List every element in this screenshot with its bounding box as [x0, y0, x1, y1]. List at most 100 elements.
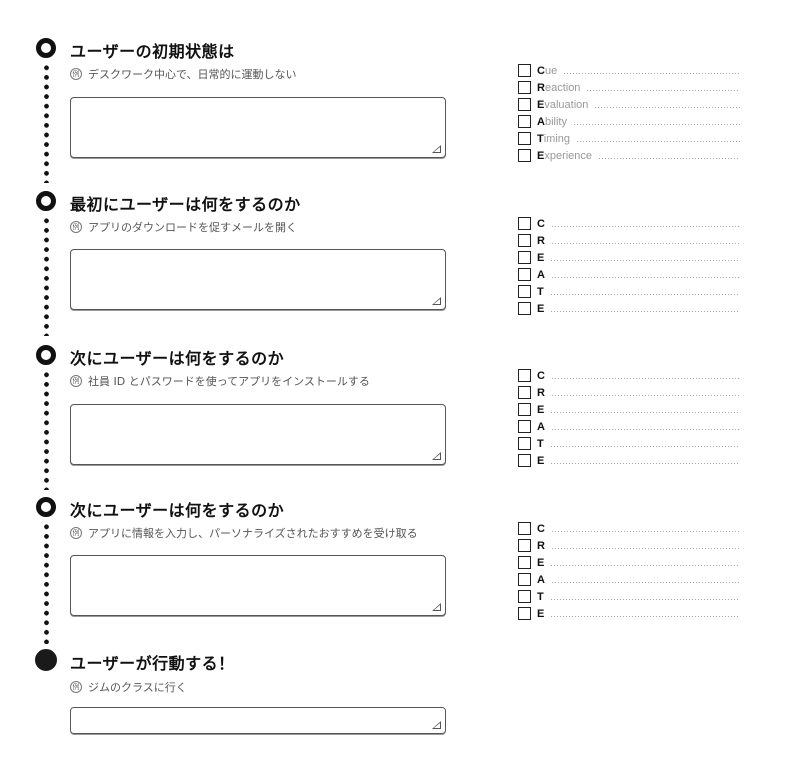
checklist-item[interactable]: R [518, 232, 740, 249]
checkbox[interactable] [518, 556, 531, 569]
step-example: 例 アプリのダウンロードを促すメールを開く [70, 219, 297, 235]
checkbox[interactable] [518, 234, 531, 247]
checklist-item[interactable]: T [518, 588, 740, 605]
checklist-item[interactable]: R [518, 384, 740, 401]
answer-input-behavior[interactable] [70, 707, 446, 734]
checkbox[interactable] [518, 437, 531, 450]
checkbox[interactable] [518, 539, 531, 552]
checkbox[interactable] [518, 217, 531, 230]
checklist-label: E [537, 303, 544, 315]
label-rest: iming [543, 132, 571, 145]
checkbox[interactable] [518, 522, 531, 535]
checklist-label: R [537, 235, 545, 247]
checklist-item[interactable]: Experience [518, 147, 740, 164]
checklist-label: T [537, 438, 544, 450]
dotted-leader-line [549, 446, 740, 447]
checklist-item[interactable]: E [518, 605, 740, 622]
step-marker-ring-icon [36, 191, 56, 211]
checklist-label: Reaction [537, 82, 580, 94]
checkbox[interactable] [518, 132, 531, 145]
checklist-item[interactable]: Ability [518, 113, 740, 130]
dotted-leader-line [550, 260, 740, 261]
dotted-leader-line [550, 463, 740, 464]
dotted-leader-line [550, 548, 740, 549]
label-initial: A [537, 573, 545, 586]
checklist-label: Ability [537, 116, 567, 128]
checkbox[interactable] [518, 98, 531, 111]
dotted-leader-line [594, 107, 740, 108]
dotted-leader-line [550, 311, 740, 312]
checklist-item[interactable]: Evaluation [518, 96, 740, 113]
label-initial: E [537, 403, 545, 416]
checkbox[interactable] [518, 64, 531, 77]
checklist-label: C [537, 370, 545, 382]
checklist-item[interactable]: A [518, 571, 740, 588]
resize-handle-icon[interactable] [432, 452, 441, 460]
checkbox[interactable] [518, 454, 531, 467]
checkbox[interactable] [518, 420, 531, 433]
step-example: 例 アプリに情報を入力し、パーソナライズされたおすすめを受け取る [70, 525, 418, 541]
example-text: アプリのダウンロードを促すメールを開く [88, 221, 297, 234]
checkbox[interactable] [518, 369, 531, 382]
checklist-item[interactable]: E [518, 554, 740, 571]
dotted-leader-line [550, 582, 740, 583]
checkbox[interactable] [518, 115, 531, 128]
resize-handle-icon[interactable] [432, 297, 441, 305]
answer-input-first-action[interactable] [70, 249, 446, 310]
checklist-label: T [537, 286, 544, 298]
checkbox[interactable] [518, 285, 531, 298]
resize-handle-icon[interactable] [432, 721, 441, 729]
checklist-label: E [537, 557, 544, 569]
checklist-item[interactable]: C [518, 520, 740, 537]
checklist-label: C [537, 523, 545, 535]
resize-handle-icon[interactable] [432, 603, 441, 611]
step-example: 例 デスクワーク中心で、日常的に運動しない [70, 66, 297, 82]
answer-input-next-action[interactable] [70, 404, 446, 465]
checkbox[interactable] [518, 81, 531, 94]
answer-input-next-action-2[interactable] [70, 555, 446, 616]
label-initial: A [537, 115, 545, 128]
create-checklist: CREATE [518, 215, 740, 317]
checklist-item[interactable]: Reaction [518, 79, 740, 96]
step-marker-ring-icon [36, 345, 56, 365]
checklist-item[interactable]: C [518, 215, 740, 232]
checkbox[interactable] [518, 251, 531, 264]
checklist-item[interactable]: T [518, 435, 740, 452]
checklist-item[interactable]: A [518, 418, 740, 435]
checklist-label: E [537, 404, 544, 416]
checklist-label: E [537, 608, 544, 620]
resize-handle-icon[interactable] [432, 145, 441, 153]
checkbox[interactable] [518, 590, 531, 603]
label-initial: E [537, 302, 545, 315]
step-title: 次にユーザーは何をするのか [70, 501, 285, 520]
checkbox[interactable] [518, 403, 531, 416]
checklist-label: A [537, 269, 545, 281]
checkbox[interactable] [518, 302, 531, 315]
dotted-leader-line [550, 226, 740, 227]
checklist-item[interactable]: T [518, 283, 740, 300]
checklist-item[interactable]: Cue [518, 62, 740, 79]
checkbox[interactable] [518, 386, 531, 399]
dotted-leader-line [598, 158, 740, 159]
checkbox[interactable] [518, 573, 531, 586]
dotted-leader-line [550, 395, 740, 396]
checklist-item[interactable]: A [518, 266, 740, 283]
checklist-item[interactable]: Timing [518, 130, 740, 147]
checkbox[interactable] [518, 607, 531, 620]
create-checklist: Cue Reaction Evaluation Ability Timing Experi… [518, 62, 740, 164]
checkbox[interactable] [518, 149, 531, 162]
checklist-label: A [537, 574, 545, 586]
timeline-dots [44, 216, 49, 336]
checkbox[interactable] [518, 268, 531, 281]
checklist-item[interactable]: E [518, 452, 740, 469]
checklist-item[interactable]: C [518, 367, 740, 384]
label-initial: E [537, 454, 545, 467]
checklist-item[interactable]: E [518, 300, 740, 317]
checklist-item[interactable]: E [518, 249, 740, 266]
label-initial: T [537, 285, 544, 298]
checklist-item[interactable]: E [518, 401, 740, 418]
answer-input-initial-state[interactable] [70, 97, 446, 158]
example-text: アプリに情報を入力し、パーソナライズされたおすすめを受け取る [88, 527, 418, 540]
dotted-leader-line [576, 141, 740, 142]
checklist-item[interactable]: R [518, 537, 740, 554]
